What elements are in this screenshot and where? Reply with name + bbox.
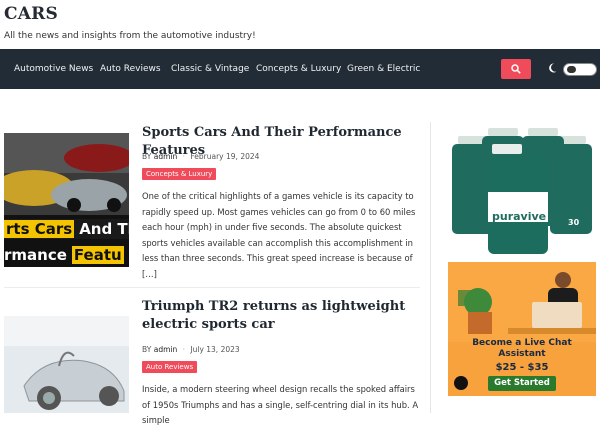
post-excerpt: One of the critical highlights of a game… <box>142 191 416 279</box>
post-meta: BY admin · February 19, 2024 <box>142 152 260 161</box>
search-icon <box>511 64 521 74</box>
post-divider <box>4 287 420 288</box>
moon-icon <box>549 63 557 73</box>
post-date[interactable]: February 19, 2024 <box>190 152 259 161</box>
dark-mode-toggle[interactable] <box>563 63 597 76</box>
author-link[interactable]: admin <box>154 345 178 354</box>
nav-item-automotive-news[interactable]: Automotive News <box>14 49 93 89</box>
supplement-bottles-image <box>452 128 592 254</box>
get-started-button[interactable]: Get Started <box>488 376 556 391</box>
toggle-knob <box>567 66 576 73</box>
ad-price: $25 - $35 <box>495 362 549 373</box>
category-badge[interactable]: Concepts & Luxury <box>142 168 217 180</box>
post-thumbnail-triumph[interactable] <box>4 316 129 413</box>
post-meta: BY admin · July 13, 2023 <box>142 345 240 354</box>
author-prefix: BY <box>142 345 152 354</box>
sidebar-divider <box>430 122 431 413</box>
site-title[interactable]: CARS <box>4 4 58 24</box>
ad-subtitle: weight loss support <box>495 222 544 228</box>
electric-car-image <box>4 316 129 413</box>
site-header: CARS All the news and insights from the … <box>0 0 600 49</box>
nav-item-classic-vintage[interactable]: Classic & Vintage <box>171 49 249 89</box>
site-tagline: All the news and insights from the autom… <box>4 31 256 41</box>
chat-logo-icon <box>454 376 468 390</box>
post-excerpt: Inside, a modern steering wheel design r… <box>142 384 419 425</box>
main-nav: Automotive News Auto Reviews Classic & V… <box>0 49 600 89</box>
live-chat-image <box>448 262 596 342</box>
thumb-text-line-2: rmance Featu <box>4 246 124 264</box>
post-thumbnail-sports-cars[interactable]: rts CarsAnd Th rmanceFeatu <box>4 133 129 267</box>
author-prefix: BY <box>142 152 152 161</box>
category-badge[interactable]: Auto Reviews <box>142 361 198 373</box>
post-date[interactable]: July 13, 2023 <box>190 345 239 354</box>
nav-item-green-electric[interactable]: Green & Electric <box>347 49 420 89</box>
author-link[interactable]: admin <box>154 152 178 161</box>
thumb-text-line-1: rts CarsAnd Th <box>4 220 129 238</box>
post-title[interactable]: Triumph TR2 returns as lightweight elect… <box>142 298 412 334</box>
sidebar-ad-live-chat[interactable]: Become a Live Chat Assistant $25 - $35 G… <box>448 262 596 396</box>
nav-item-auto-reviews[interactable]: Auto Reviews <box>100 49 161 89</box>
nav-item-concepts-luxury[interactable]: Concepts & Luxury <box>256 49 341 89</box>
search-button[interactable] <box>501 59 531 79</box>
sidebar-ad-supplement[interactable]: puravive weight loss support 30 <box>448 122 596 254</box>
ad-count: 30 <box>568 218 580 227</box>
ad-headline: Become a Live Chat Assistant <box>472 338 572 359</box>
